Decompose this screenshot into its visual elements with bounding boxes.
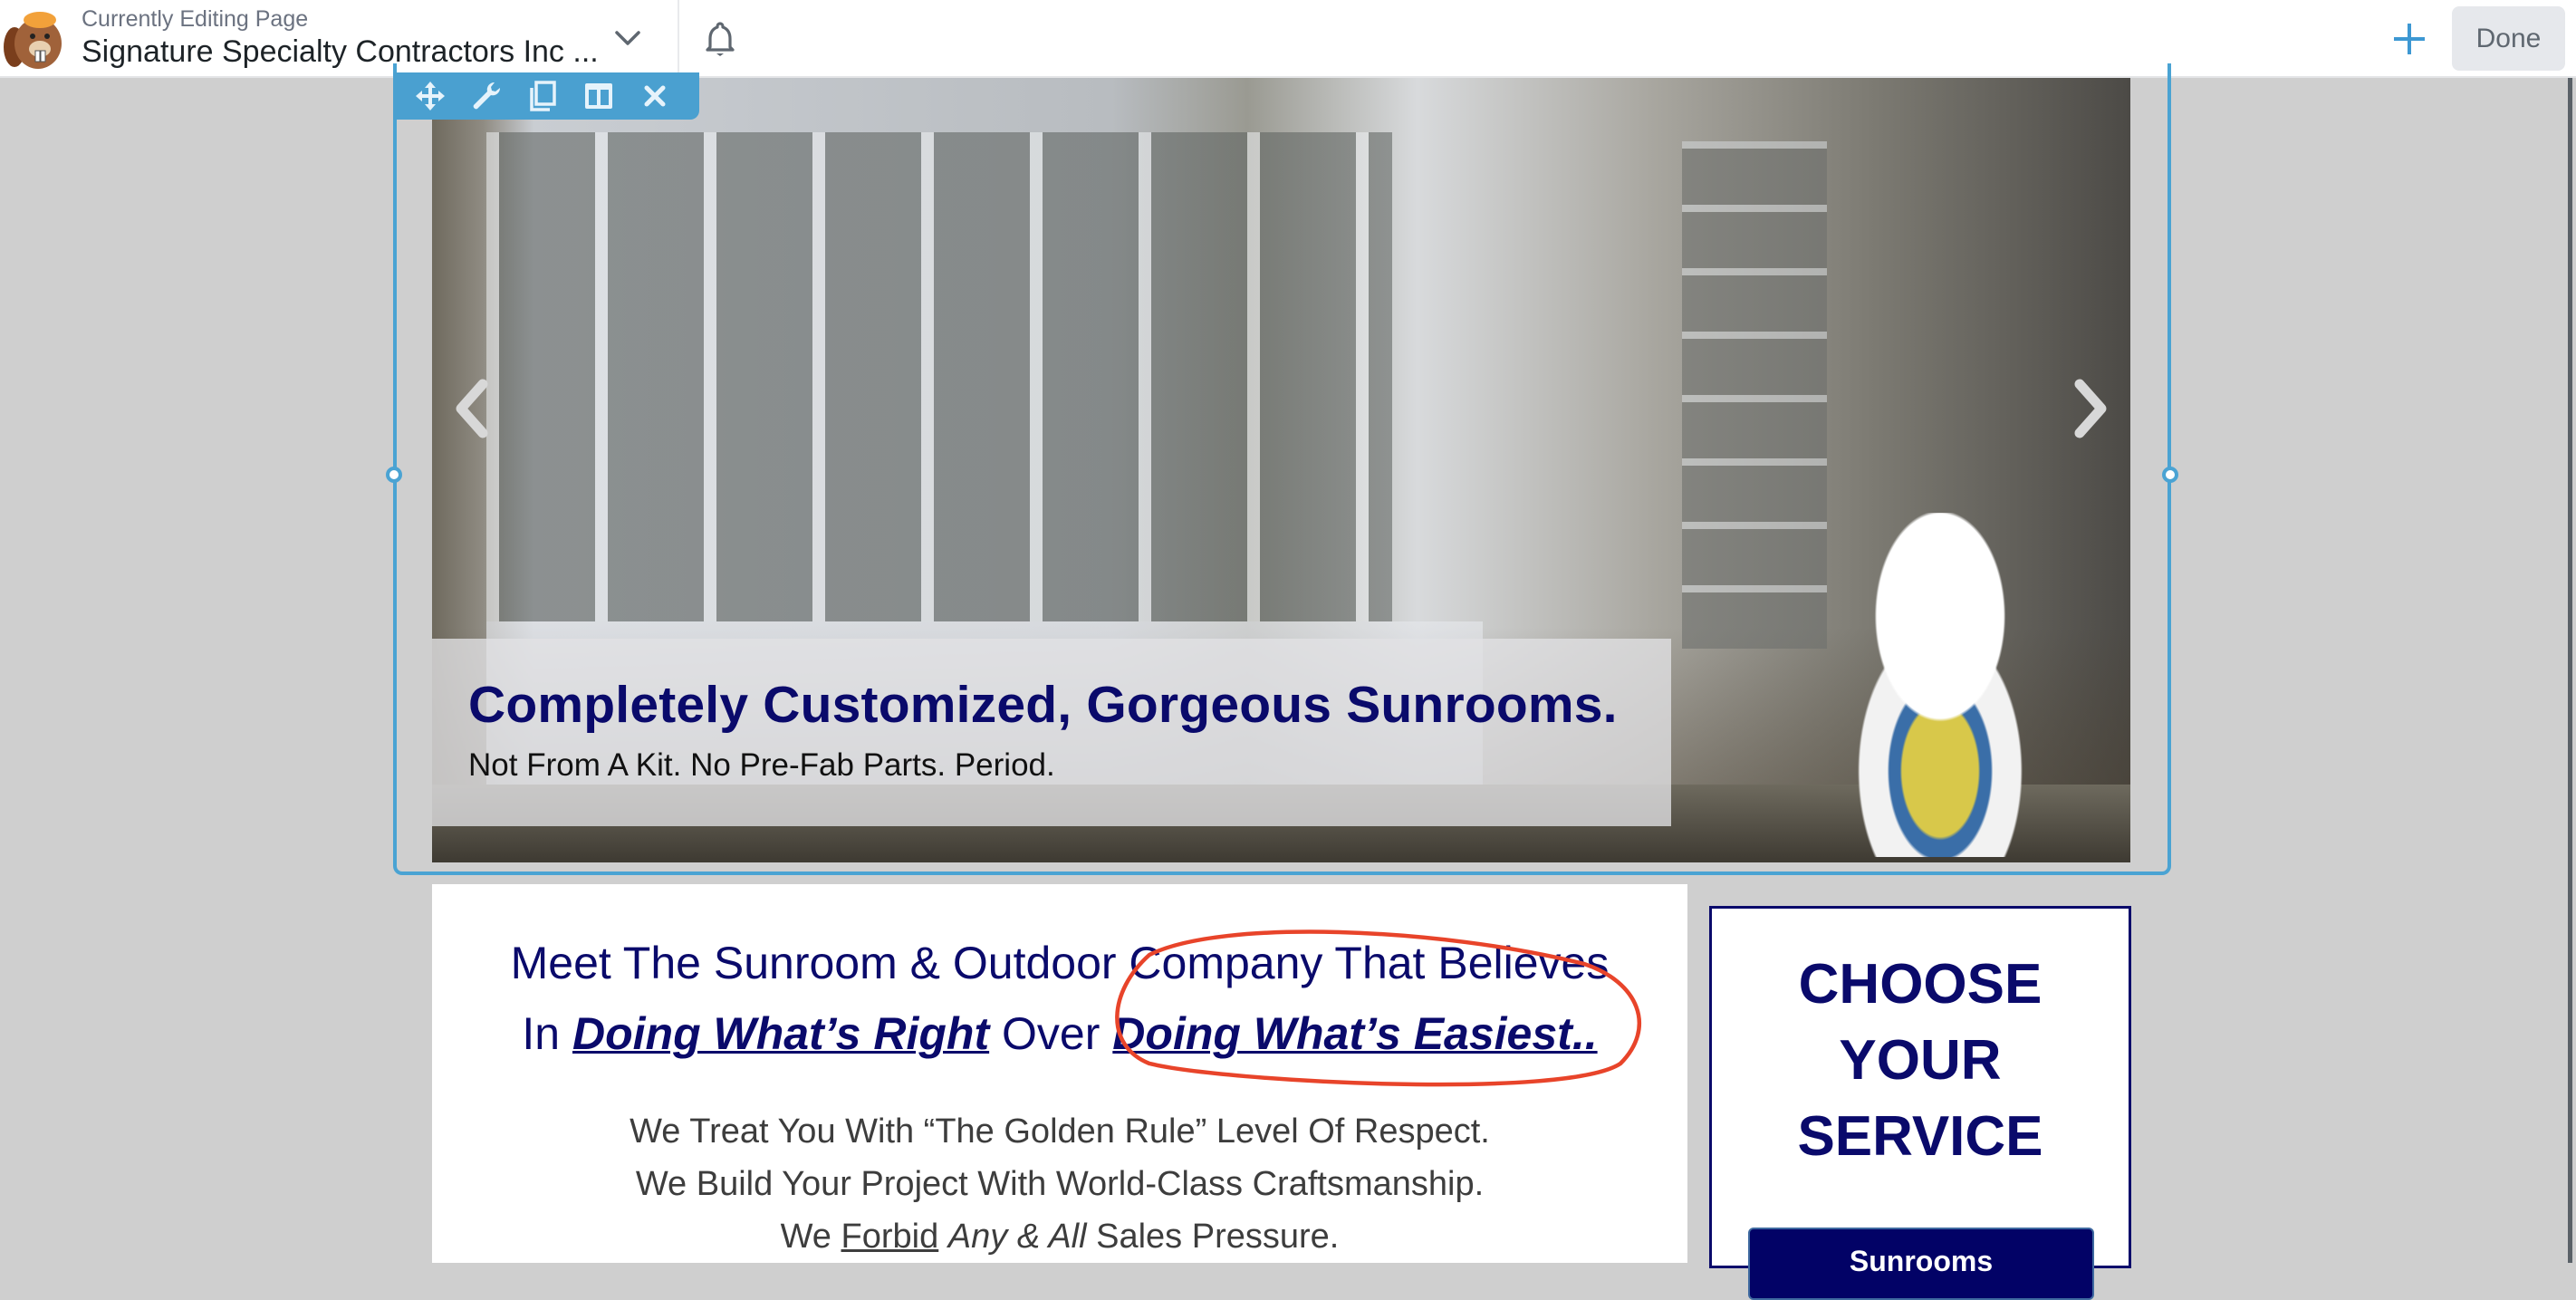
move-icon[interactable] — [413, 79, 447, 113]
resize-handle-right[interactable] — [2162, 467, 2178, 483]
choose-service-title: CHOOSE YOUR SERVICE — [1712, 947, 2129, 1175]
add-content-button[interactable] — [2387, 16, 2432, 62]
selected-module-outline — [393, 63, 2171, 875]
promise-item: We Build Your Project With World-Class C… — [635, 1165, 1485, 1203]
beaver-builder-logo[interactable] — [2, 5, 69, 72]
headline-emphasis-easiest: Doing What’s Easiest.. — [1112, 1008, 1598, 1059]
promise3-forbid: Forbid — [841, 1218, 939, 1256]
plus-icon — [2394, 24, 2425, 54]
chevron-down-icon — [615, 31, 640, 45]
service-title-line: SERVICE — [1797, 1105, 2043, 1168]
duplicate-icon[interactable] — [525, 79, 560, 113]
service-title-line: CHOOSE — [1798, 953, 2043, 1016]
resize-handle-left[interactable] — [386, 467, 402, 483]
currently-editing-label: Currently Editing Page — [82, 6, 309, 32]
wrench-icon[interactable] — [469, 79, 504, 113]
promise-item: We Treat You With “The Golden Rule” Leve… — [630, 1112, 1490, 1151]
headline-in: In — [522, 1008, 561, 1059]
service-title-line: YOUR — [1839, 1029, 2002, 1092]
headline-line-1: Meet The Sunroom & Outdoor Company That … — [510, 938, 1610, 988]
promise-item: We Forbid Any & All Sales Pressure. — [432, 1210, 1687, 1263]
promise-list: We Treat You With “The Golden Rule” Leve… — [432, 1105, 1687, 1263]
promise3-any-all: Any & All — [947, 1218, 1087, 1256]
promise3-rest: Sales Pressure. — [1096, 1218, 1340, 1256]
close-icon[interactable] — [638, 79, 672, 113]
headline-line-2: In Doing What’s Right Over Doing What’s … — [432, 998, 1687, 1069]
notifications-button[interactable] — [697, 16, 743, 62]
promise3-we: We — [780, 1218, 831, 1256]
intro-headline: Meet The Sunroom & Outdoor Company That … — [432, 928, 1687, 1069]
window-edge-scrollbar[interactable] — [2568, 78, 2572, 1263]
sunrooms-button[interactable]: Sunrooms — [1748, 1228, 2094, 1300]
columns-icon[interactable] — [582, 79, 616, 113]
page-title-block: Currently Editing Page Signature Special… — [82, 5, 599, 71]
intro-content-column: Meet The Sunroom & Outdoor Company That … — [432, 884, 1687, 1263]
module-toolbar — [393, 72, 699, 120]
headline-emphasis-right: Doing What’s Right — [572, 1008, 990, 1059]
page-dropdown-button[interactable] — [605, 20, 650, 56]
bell-icon — [706, 22, 735, 56]
headline-over: Over — [1002, 1008, 1101, 1059]
done-button[interactable]: Done — [2452, 6, 2565, 71]
choose-service-box: CHOOSE YOUR SERVICE Sunrooms — [1709, 906, 2131, 1300]
